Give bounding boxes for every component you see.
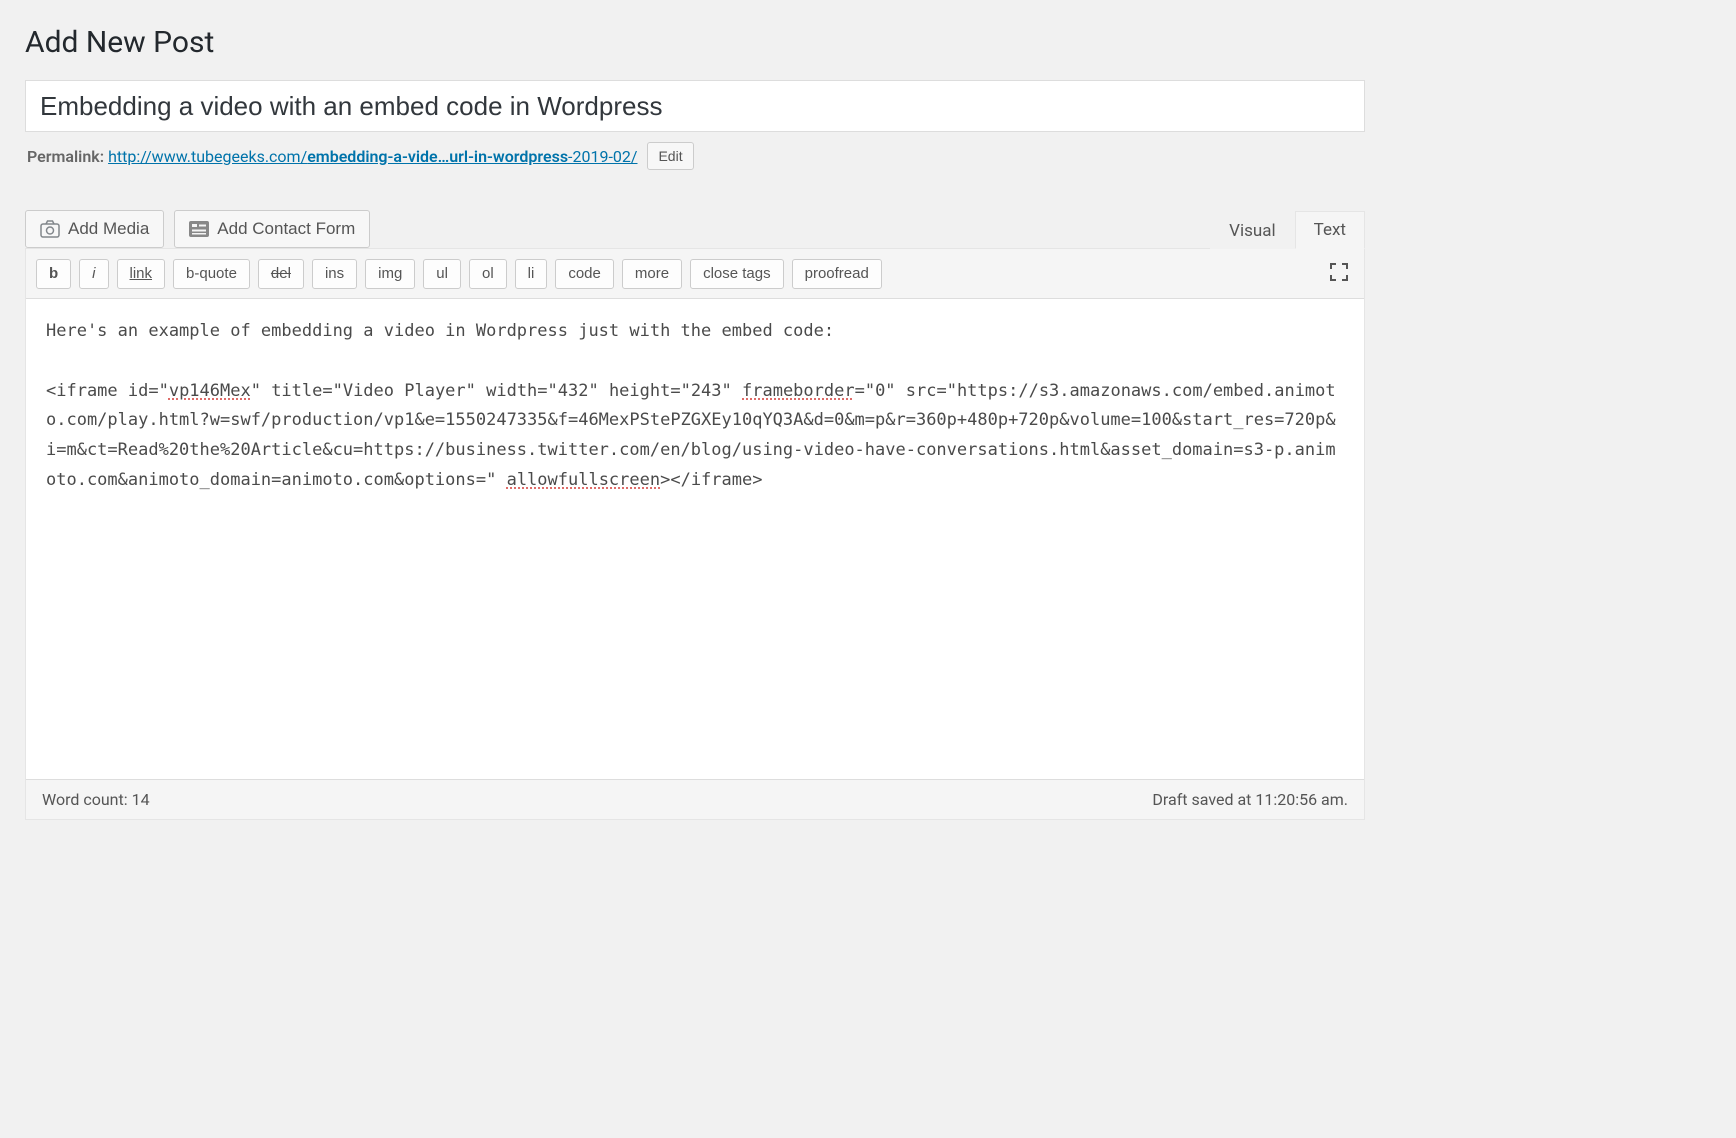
fullscreen-button[interactable]	[1324, 257, 1354, 290]
qt-italic-button[interactable]: i	[79, 259, 108, 289]
qt-li-button[interactable]: li	[515, 259, 548, 289]
tab-text[interactable]: Text	[1295, 211, 1365, 249]
form-icon	[189, 221, 209, 237]
camera-icon	[40, 220, 60, 238]
qt-closetags-button[interactable]: close tags	[690, 259, 784, 289]
quicktags-toolbar: b i link b-quote del ins img ul ol li co…	[26, 249, 1364, 299]
word-count-label: Word count:	[42, 790, 132, 809]
draft-saved-status: Draft saved at 11:20:56 am.	[1152, 790, 1348, 809]
permalink-link[interactable]: http://www.tubegeeks.com/embedding-a-vid…	[108, 147, 637, 166]
qt-more-button[interactable]: more	[622, 259, 682, 289]
add-contact-form-button[interactable]: Add Contact Form	[174, 210, 370, 248]
add-media-button[interactable]: Add Media	[25, 210, 164, 248]
add-media-label: Add Media	[68, 219, 149, 239]
qt-link-button[interactable]: link	[117, 259, 166, 289]
post-content-textarea[interactable]: Here's an example of embedding a video i…	[26, 299, 1364, 779]
qt-bold-button[interactable]: b	[36, 259, 71, 289]
word-count-value: 14	[132, 790, 150, 809]
status-bar: Word count: 14 Draft saved at 11:20:56 a…	[26, 779, 1364, 819]
tab-visual[interactable]: Visual	[1210, 212, 1294, 249]
edit-permalink-button[interactable]: Edit	[647, 142, 693, 170]
qt-img-button[interactable]: img	[365, 259, 415, 289]
word-count: Word count: 14	[42, 790, 150, 809]
permalink-slug: embedding-a-vide…url-in-wordpress	[307, 147, 568, 166]
qt-del-button[interactable]: del	[258, 259, 304, 289]
qt-code-button[interactable]: code	[555, 259, 614, 289]
page-title: Add New Post	[25, 25, 1365, 60]
permalink-label: Permalink:	[27, 147, 104, 166]
qt-bquote-button[interactable]: b-quote	[173, 259, 250, 289]
editor-box: b i link b-quote del ins img ul ol li co…	[25, 248, 1365, 820]
qt-proofread-button[interactable]: proofread	[792, 259, 882, 289]
qt-ul-button[interactable]: ul	[423, 259, 461, 289]
permalink-base: http://www.tubegeeks.com/	[108, 147, 307, 166]
fullscreen-icon	[1328, 271, 1350, 286]
editor-tabs: Visual Text	[1210, 210, 1365, 248]
add-contact-form-label: Add Contact Form	[217, 219, 355, 239]
post-title-input[interactable]	[25, 80, 1365, 132]
permalink-row: Permalink: http://www.tubegeeks.com/embe…	[27, 142, 1363, 170]
qt-ol-button[interactable]: ol	[469, 259, 507, 289]
permalink-suffix: -2019-02/	[568, 147, 637, 166]
qt-ins-button[interactable]: ins	[312, 259, 357, 289]
